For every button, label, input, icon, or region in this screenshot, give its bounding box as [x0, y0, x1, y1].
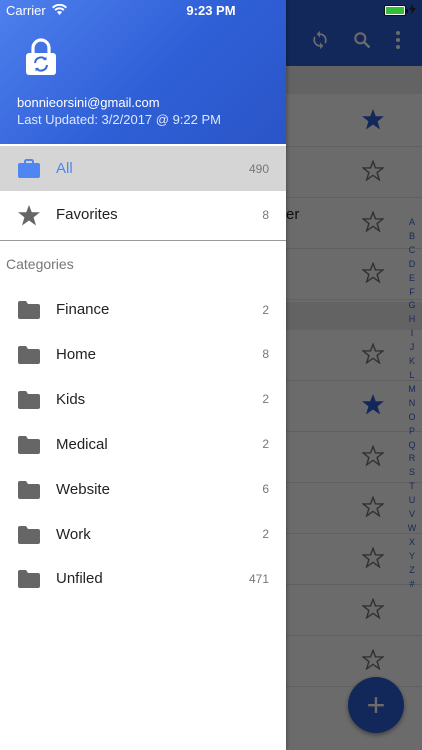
category-count: 2: [262, 437, 269, 452]
wifi-icon: [51, 3, 67, 18]
category-item-medical[interactable]: Medical 2: [0, 422, 286, 467]
folder-icon: [18, 568, 40, 590]
category-label: Home: [56, 345, 97, 363]
nav-item-label: All: [56, 160, 73, 177]
last-updated-label: Last Updated: 3/2/2017 @ 9:22 PM: [17, 112, 221, 127]
category-count: 2: [262, 527, 269, 541]
battery-icon: [384, 4, 408, 16]
account-email: bonnieorsini@gmail.com: [17, 95, 160, 110]
category-label: Unfiled: [56, 570, 103, 588]
nav-item-count: 8: [262, 207, 269, 222]
briefcase-icon: [18, 158, 40, 180]
category-item-unfiled[interactable]: Unfiled 471: [0, 556, 286, 601]
nav-item-favorites[interactable]: Favorites 8: [0, 192, 286, 237]
drawer-divider: [0, 240, 286, 241]
category-item-finance[interactable]: Finance 2: [0, 287, 286, 332]
category-item-work[interactable]: Work 2: [0, 512, 286, 557]
category-count: 6: [262, 482, 269, 497]
navigation-drawer: bonnieorsini@gmail.com Last Updated: 3/2…: [0, 0, 286, 750]
category-count: 471: [248, 571, 269, 586]
category-item-home[interactable]: Home 8: [0, 332, 286, 377]
folder-icon: [18, 344, 40, 366]
carrier-label: Carrier: [6, 2, 46, 18]
folder-icon: [18, 524, 40, 546]
category-item-website[interactable]: Website 6: [0, 467, 286, 512]
drawer-header: bonnieorsini@gmail.com Last Updated: 3/2…: [0, 0, 286, 144]
app-logo-lock-icon: [26, 38, 56, 75]
nav-item-count: 490: [248, 161, 269, 176]
folder-icon: [18, 389, 40, 411]
category-count: 2: [262, 302, 269, 317]
folder-icon: [18, 479, 40, 501]
categories-heading: Categories: [6, 256, 74, 272]
category-label: Kids: [56, 390, 86, 408]
category-count: 2: [262, 392, 269, 407]
charging-icon: [409, 3, 416, 18]
category-label: Finance: [56, 301, 110, 318]
category-label: Website: [56, 480, 110, 498]
star-icon: [18, 204, 40, 226]
folder-icon: [18, 299, 40, 321]
category-count: 8: [262, 347, 269, 362]
nav-item-label: Favorites: [56, 206, 118, 223]
nav-item-all[interactable]: All 490: [0, 146, 286, 191]
category-item-kids[interactable]: Kids 2: [0, 377, 286, 422]
category-label: Medical: [56, 435, 108, 453]
status-bar: Carrier 9:23 PM: [0, 0, 422, 20]
folder-icon: [18, 434, 40, 456]
category-label: Work: [56, 525, 91, 543]
